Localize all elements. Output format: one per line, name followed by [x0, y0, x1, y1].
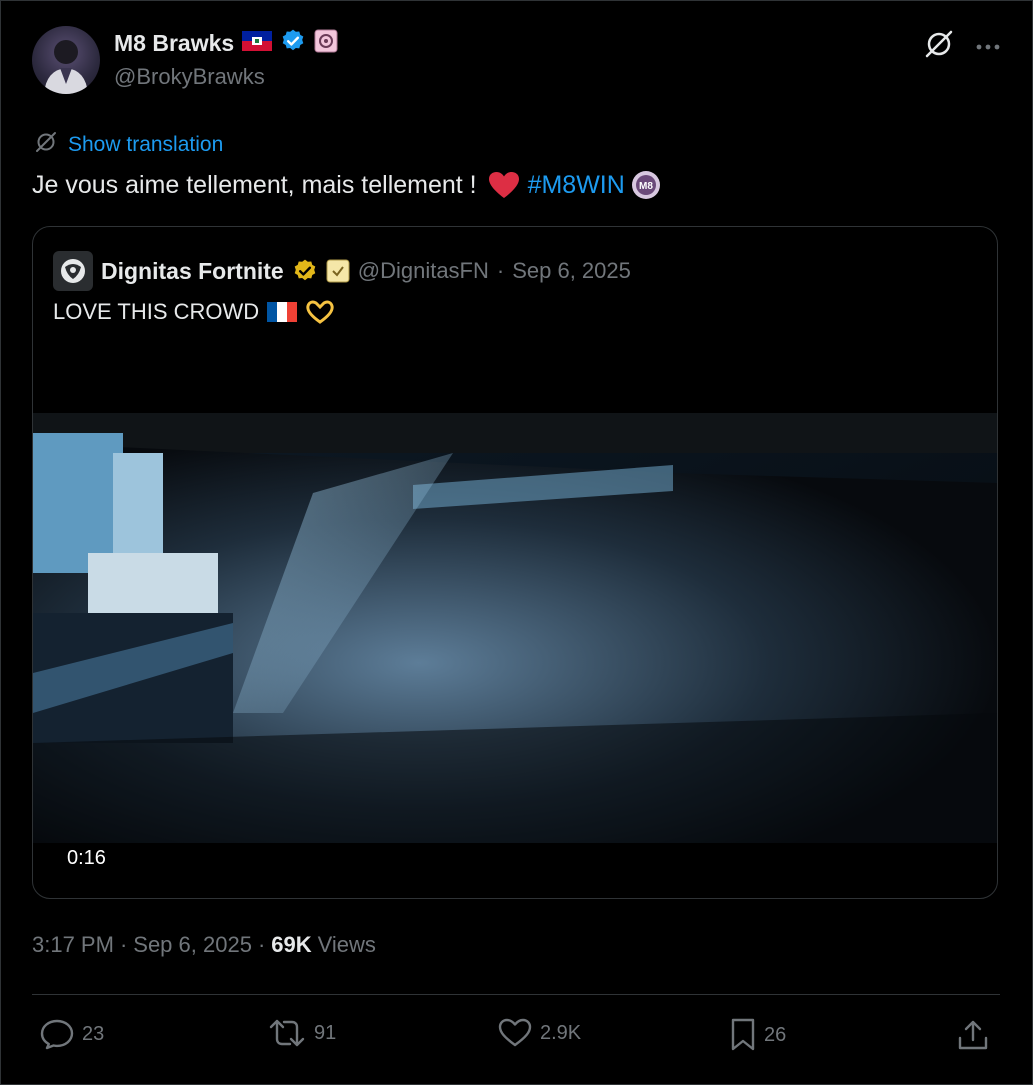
- quoted-display-name[interactable]: Dignitas Fortnite: [101, 258, 284, 285]
- tweet-metadata: 3:17 PM · Sep 6, 2025 · 69K Views: [32, 932, 376, 958]
- gold-verified-badge-icon[interactable]: [292, 258, 318, 284]
- tweet-time[interactable]: 3:17 PM: [32, 932, 114, 958]
- tweet-date[interactable]: Sep 6, 2025: [133, 932, 252, 958]
- repost-button[interactable]: 91: [268, 1018, 336, 1048]
- share-icon: [956, 1018, 990, 1052]
- quoted-separator: ·: [496, 258, 505, 283]
- reply-button[interactable]: 23: [40, 1018, 104, 1050]
- video-duration-badge: 0:16: [67, 847, 106, 869]
- show-translation-link[interactable]: Show translation: [68, 133, 223, 157]
- svg-text:M8: M8: [639, 181, 653, 192]
- quoted-body: LOVE THIS CROWD: [53, 299, 260, 324]
- views-label: Views: [317, 932, 376, 957]
- quoted-handle[interactable]: @DignitasFN: [358, 258, 489, 284]
- heart-emoji-icon: [488, 171, 520, 199]
- hashtag-link[interactable]: #M8WIN: [528, 171, 625, 200]
- haiti-flag-icon: [242, 31, 273, 56]
- affiliate-badge-icon[interactable]: [314, 29, 338, 58]
- like-button[interactable]: 2.9K: [498, 1018, 581, 1048]
- divider: [32, 994, 1000, 995]
- bookmark-count: 26: [764, 1023, 787, 1046]
- quoted-avatar[interactable]: [53, 251, 93, 291]
- reply-count: 23: [82, 1022, 105, 1045]
- avatar[interactable]: [32, 26, 100, 94]
- verified-badge-icon[interactable]: [280, 28, 306, 59]
- quoted-tweet-card[interactable]: Dignitas Fortnite @DignitasFN · Sep 6, 2…: [32, 226, 998, 899]
- like-count: 2.9K: [540, 1021, 582, 1044]
- tweet-body: Je vous aime tellement, mais tellement !: [32, 170, 484, 199]
- share-button[interactable]: [956, 1018, 990, 1052]
- repost-icon: [268, 1018, 306, 1048]
- tweet-text: Je vous aime tellement, mais tellement !…: [32, 168, 663, 202]
- more-options-icon[interactable]: [975, 38, 1001, 56]
- translate-icon: [34, 130, 58, 159]
- author-handle[interactable]: @BrokyBrawks: [114, 64, 265, 90]
- bookmark-icon: [730, 1018, 756, 1052]
- author-display-name[interactable]: M8 Brawks: [114, 30, 234, 57]
- quoted-date[interactable]: Sep 6, 2025: [512, 258, 631, 284]
- video-player[interactable]: [33, 413, 997, 843]
- heart-hands-emoji-icon: [305, 300, 335, 324]
- affiliate-badge-icon[interactable]: [326, 259, 350, 283]
- meta-separator: ·: [119, 932, 128, 957]
- heart-icon: [498, 1018, 532, 1048]
- repost-count: 91: [314, 1021, 337, 1044]
- meta-separator: ·: [257, 932, 266, 957]
- quoted-text: LOVE THIS CROWD: [53, 299, 335, 325]
- m8-hashflag-icon: M8: [629, 168, 663, 202]
- views-count: 69K: [271, 932, 312, 957]
- bookmark-button[interactable]: 26: [730, 1018, 786, 1052]
- reply-icon: [40, 1018, 74, 1050]
- grok-icon[interactable]: [923, 28, 955, 65]
- france-flag-icon: [267, 302, 298, 322]
